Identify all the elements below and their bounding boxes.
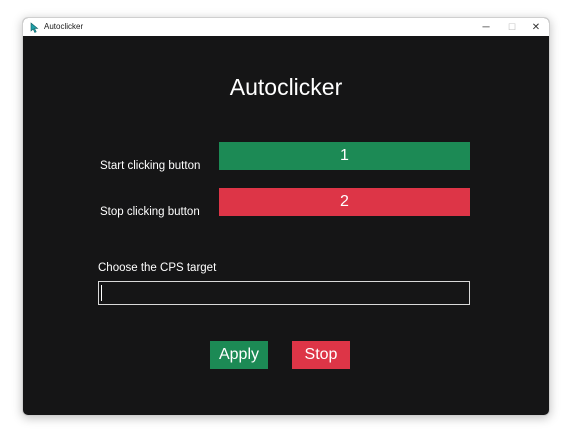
cps-target-label: Choose the CPS target [98,262,217,274]
window-title: Autoclicker [44,22,84,31]
stop-key-button[interactable]: 2 [219,188,470,216]
cps-target-input[interactable] [98,281,470,305]
start-key-button[interactable]: 1 [219,142,470,170]
apply-button[interactable]: Apply [210,341,268,369]
close-icon[interactable]: ✕ [523,18,549,36]
stop-button[interactable]: Stop [292,341,350,369]
app-window: Autoclicker ─ ☐ ✕ Autoclicker Start clic… [22,17,550,416]
start-clicking-label: Start clicking button [100,160,201,172]
maximize-icon[interactable]: ☐ [499,18,525,36]
title-bar: Autoclicker ─ ☐ ✕ [23,18,549,36]
cursor-icon [29,21,41,33]
stop-clicking-label: Stop clicking button [100,206,200,218]
minimize-icon[interactable]: ─ [473,18,499,36]
page-title: Autoclicker [229,74,343,100]
text-caret [101,285,102,301]
